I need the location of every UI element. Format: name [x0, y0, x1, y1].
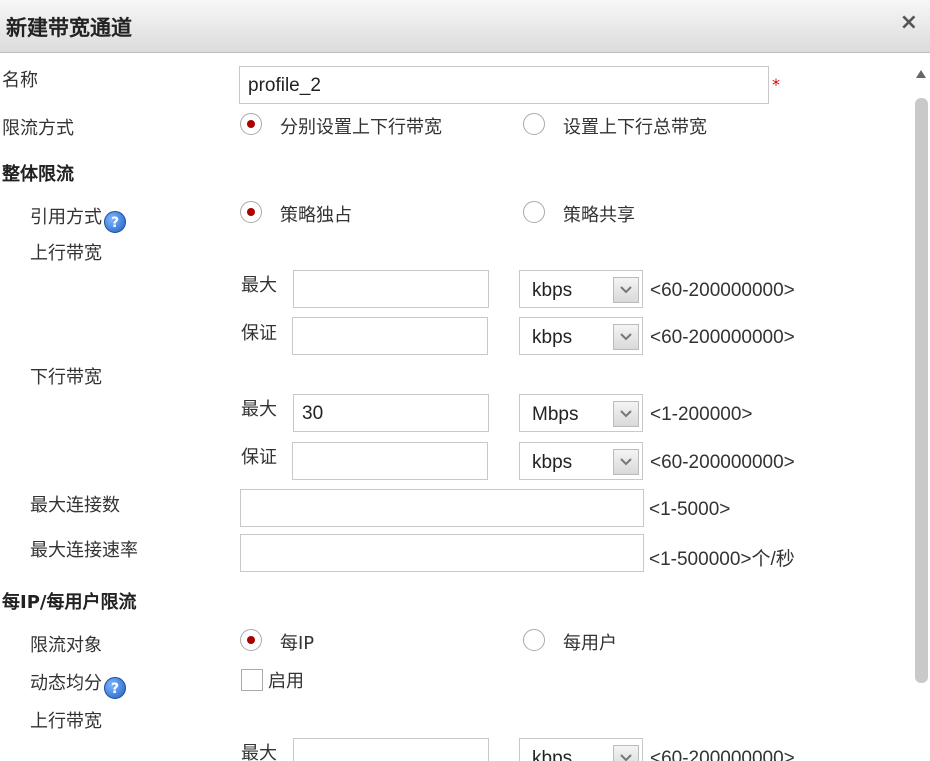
radio-policy-shared[interactable] — [523, 201, 545, 223]
section-overall-title: 整体限流 — [2, 164, 74, 185]
per-ip-up-max-unit-value: kbps — [532, 748, 573, 761]
radio-per-user[interactable] — [523, 629, 545, 651]
per-ip-up-max-unit-select[interactable]: kbps — [519, 738, 643, 761]
chevron-down-icon[interactable] — [613, 449, 639, 475]
required-mark: * — [772, 75, 780, 94]
up-guarantee-range: <60-200000000> — [650, 327, 795, 348]
down-guarantee-range: <60-200000000> — [650, 452, 795, 473]
ref-mode-text: 引用方式 — [30, 207, 102, 228]
close-icon[interactable]: × — [900, 10, 918, 35]
dynamic-share-text: 动态均分 — [30, 673, 102, 694]
max-connections-range: <1-5000> — [649, 499, 731, 520]
chevron-down-icon[interactable] — [613, 324, 639, 350]
chevron-down-icon[interactable] — [613, 745, 639, 761]
radio-policy-exclusive[interactable] — [240, 201, 262, 223]
up-max-range: <60-200000000> — [650, 280, 795, 301]
chevron-down-icon[interactable] — [613, 277, 639, 303]
help-icon[interactable]: ? — [104, 677, 126, 699]
radio-total-bandwidth[interactable] — [523, 113, 545, 135]
up-guarantee-label: 保证 — [241, 323, 277, 344]
max-connections-input[interactable] — [240, 489, 644, 527]
scroll-up-icon[interactable] — [915, 69, 927, 79]
limit-target-label: 限流对象 — [30, 635, 102, 656]
mode-label: 限流方式 — [2, 118, 74, 139]
up-guarantee-unit-value: kbps — [532, 327, 573, 348]
per-ip-up-max-label: 最大 — [241, 743, 277, 761]
up-max-label: 最大 — [241, 275, 277, 296]
up-guarantee-input[interactable] — [292, 317, 488, 355]
down-guarantee-unit-value: kbps — [532, 452, 573, 473]
per-ip-up-max-input[interactable] — [293, 738, 489, 761]
per-ip-upstream-label: 上行带宽 — [30, 711, 102, 732]
down-guarantee-label: 保证 — [241, 447, 277, 468]
max-connection-rate-input[interactable] — [240, 534, 644, 572]
dialog-title: 新建带宽通道 — [6, 16, 132, 40]
chevron-down-icon[interactable] — [613, 401, 639, 427]
down-max-range: <1-200000> — [650, 404, 753, 425]
radio-per-user-label: 每用户 — [563, 633, 617, 654]
section-per-ip-title: 每IP/每用户限流 — [2, 592, 137, 613]
dynamic-share-checkbox-label: 启用 — [268, 671, 304, 692]
scrollbar-thumb[interactable] — [915, 98, 928, 683]
name-label: 名称 — [2, 70, 38, 91]
help-icon[interactable]: ? — [104, 211, 126, 233]
max-connections-label: 最大连接数 — [30, 495, 120, 516]
per-ip-up-max-range: <60-200000000> — [650, 748, 795, 761]
max-connection-rate-range: <1-500000>个/秒 — [649, 549, 795, 570]
down-max-input[interactable]: 30 — [293, 394, 489, 432]
dynamic-share-checkbox[interactable] — [241, 669, 263, 691]
radio-policy-shared-label: 策略共享 — [563, 205, 635, 226]
radio-total-bandwidth-label: 设置上下行总带宽 — [563, 117, 707, 138]
down-max-unit-value: Mbps — [532, 404, 579, 425]
down-guarantee-unit-select[interactable]: kbps — [519, 442, 643, 480]
dialog-content: 名称 profile_2 * 限流方式 分别设置上下行带宽 设置上下行总带宽 整… — [0, 53, 912, 761]
ref-mode-label: 引用方式? — [30, 203, 126, 233]
name-input[interactable]: profile_2 — [239, 66, 769, 104]
radio-per-ip[interactable] — [240, 629, 262, 651]
max-connection-rate-label: 最大连接速率 — [30, 540, 138, 561]
dialog-titlebar: 新建带宽通道 × — [0, 0, 930, 53]
radio-separate-bandwidth[interactable] — [240, 113, 262, 135]
radio-separate-bandwidth-label: 分别设置上下行带宽 — [280, 117, 442, 138]
scrollbar[interactable] — [912, 53, 930, 761]
up-max-input[interactable] — [293, 270, 489, 308]
dynamic-share-label: 动态均分? — [30, 669, 126, 699]
up-guarantee-unit-select[interactable]: kbps — [519, 317, 643, 355]
up-max-unit-value: kbps — [532, 280, 573, 301]
radio-policy-exclusive-label: 策略独占 — [280, 205, 352, 226]
down-max-label: 最大 — [241, 399, 277, 420]
upstream-label: 上行带宽 — [30, 243, 102, 264]
up-max-unit-select[interactable]: kbps — [519, 270, 643, 308]
downstream-label: 下行带宽 — [30, 367, 102, 388]
down-max-unit-select[interactable]: Mbps — [519, 394, 643, 432]
radio-per-ip-label: 每IP — [280, 633, 315, 654]
down-guarantee-input[interactable] — [292, 442, 488, 480]
